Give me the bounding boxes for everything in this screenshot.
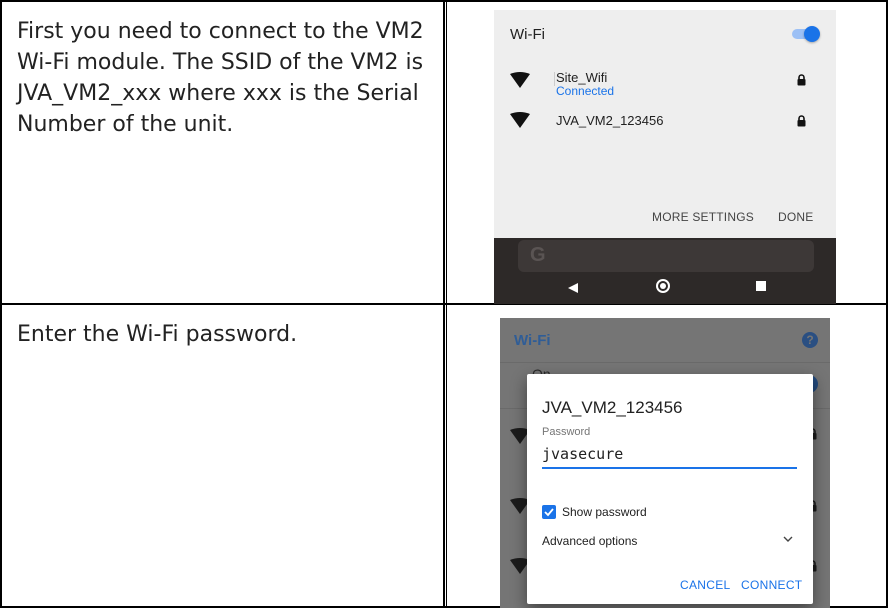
dialog-network-name: JVA_VM2_123456 [542, 398, 683, 417]
cancel-button[interactable]: CANCEL [680, 578, 730, 592]
search-bar[interactable]: G [518, 240, 814, 272]
password-label: Password [542, 426, 591, 438]
recents-icon[interactable] [756, 281, 766, 291]
table-border-left [0, 0, 2, 608]
step-1-instruction: First you need to connect to the VM2 Wi-… [17, 19, 424, 137]
more-settings-button[interactable]: MORE SETTINGS [652, 210, 754, 224]
connect-button[interactable]: CONNECT [741, 578, 802, 592]
network-ssid: Site_Wifi [556, 70, 608, 85]
instruction-table: First you need to connect to the VM2 Wi-… [0, 0, 888, 608]
show-password-checkbox[interactable] [542, 505, 556, 519]
home-icon[interactable] [656, 279, 670, 293]
wifi-panel-title: Wi-Fi [510, 26, 545, 43]
android-nav-bar: G [494, 238, 836, 304]
background-wifi-title: Wi-Fi [514, 332, 551, 349]
background-divider [500, 362, 830, 363]
network-item-site-wifi[interactable]: Site_Wifi Connected [494, 60, 836, 100]
lock-icon [797, 115, 806, 127]
wifi-toggle-thumb [804, 26, 820, 42]
wifi-icon [510, 112, 530, 128]
google-logo: G [530, 244, 546, 266]
password-input[interactable]: jvasecure [542, 443, 797, 469]
wifi-icon [510, 72, 530, 88]
password-dialog: JVA_VM2_123456 Password jvasecure Show p… [527, 374, 813, 604]
lock-icon [797, 74, 806, 86]
checkmark-icon [544, 508, 554, 517]
network-item-jva-vm2[interactable]: JVA_VM2_123456 [494, 102, 836, 142]
done-button[interactable]: DONE [778, 210, 813, 224]
show-password-label: Show password [562, 505, 647, 519]
wifi-toggle[interactable] [792, 26, 820, 42]
table-column-divider-inner [446, 0, 447, 608]
back-icon[interactable] [568, 283, 578, 293]
table-column-divider-outer [443, 0, 445, 608]
password-dialog-screenshot: Wi-Fi ? On JVA_VM2_123456 Password jvase… [500, 318, 830, 608]
step-2-instruction: Enter the Wi-Fi password. [17, 322, 298, 347]
network-status: Connected [556, 84, 615, 98]
chevron-down-icon[interactable] [783, 535, 793, 543]
network-ssid: JVA_VM2_123456 [556, 113, 664, 128]
wifi-list-screenshot: Wi-Fi Site_Wifi Connected JVA_VM2_123456… [494, 10, 836, 304]
advanced-options-toggle[interactable]: Advanced options [542, 534, 637, 548]
network-item-separator [554, 72, 555, 86]
help-icon[interactable]: ? [802, 332, 818, 348]
